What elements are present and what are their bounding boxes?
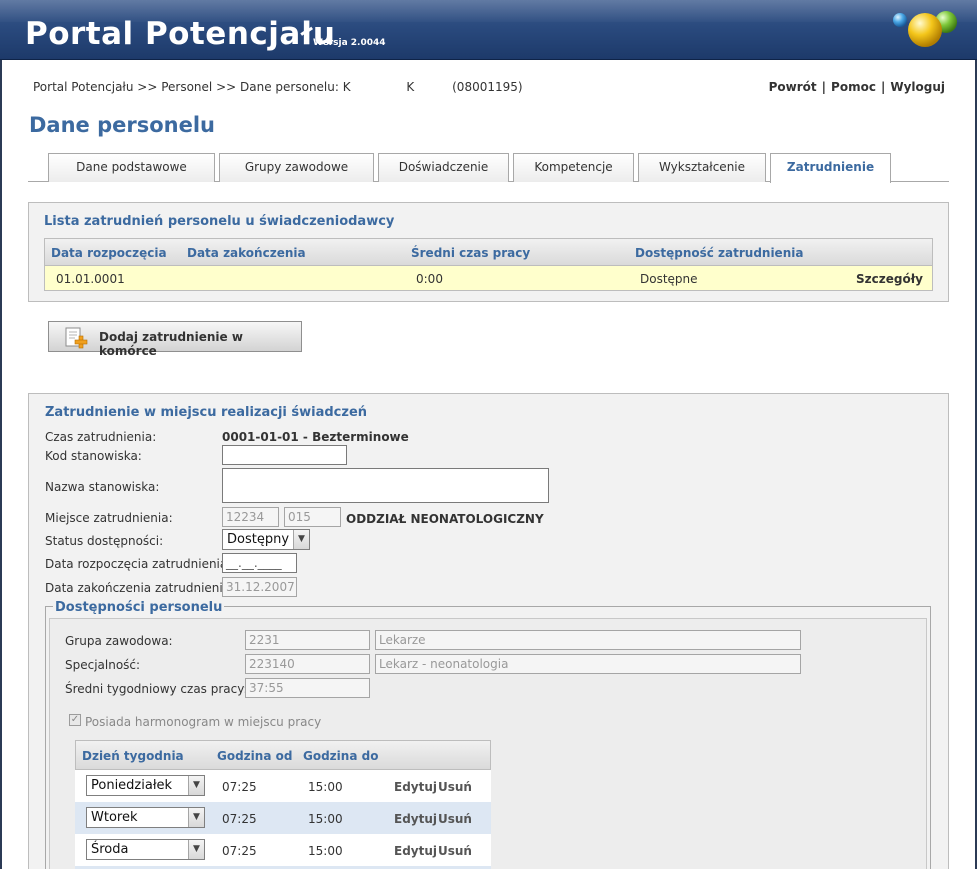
specialty-code-input[interactable]: 223140 bbox=[245, 654, 370, 674]
position-code-input[interactable] bbox=[222, 445, 347, 465]
app-header: Portal Potencjału Wersja 2.0044 bbox=[0, 0, 977, 60]
specialty-label: Specjalność: bbox=[65, 658, 141, 672]
day-select[interactable]: Środa ▼ bbox=[86, 839, 205, 860]
add-employment-button[interactable]: Dodaj zatrudnienie w komórce bbox=[48, 321, 302, 358]
workplace-title: Zatrudnienie w miejscu realizacji świadc… bbox=[45, 405, 368, 420]
cell-from: 07:25 bbox=[222, 812, 257, 826]
add-document-icon bbox=[65, 327, 88, 349]
end-date-label: Data zakończenia zatrudnienia: bbox=[45, 581, 235, 595]
table-row[interactable]: Wtorek ▼ 07:25 15:00 Edytuj Usuń bbox=[75, 802, 491, 834]
day-select[interactable]: Poniedziałek ▼ bbox=[86, 775, 205, 796]
column-header-to[interactable]: Godzina do bbox=[303, 749, 378, 763]
logo-bubbles-icon bbox=[893, 11, 957, 47]
availability-legend: Dostępności personelu bbox=[53, 600, 225, 615]
delete-link[interactable]: Usuń bbox=[438, 844, 472, 858]
day-select-value: Środa bbox=[91, 842, 129, 857]
tab-grupy-zawodowe[interactable]: Grupy zawodowe bbox=[219, 153, 374, 182]
tab-zatrudnienie[interactable]: Zatrudnienie bbox=[770, 153, 891, 183]
day-select[interactable]: Wtorek ▼ bbox=[86, 807, 205, 828]
day-select-value: Poniedziałek bbox=[91, 778, 173, 793]
column-header-availability[interactable]: Dostępność zatrudnienia bbox=[635, 246, 803, 260]
app-title: Portal Potencjału bbox=[25, 16, 336, 52]
column-header-day[interactable]: Dzień tygodnia bbox=[82, 749, 184, 763]
tab-doswiadczenie[interactable]: Doświadczenie bbox=[378, 153, 509, 182]
link-separator: | bbox=[821, 80, 827, 94]
cell-to: 15:00 bbox=[308, 812, 343, 826]
cell-avg-time: 0:00 bbox=[416, 272, 443, 286]
edit-link[interactable]: Edytuj bbox=[394, 844, 437, 858]
column-header-avg-time[interactable]: Średni czas pracy bbox=[411, 246, 530, 260]
status-label: Status dostępności: bbox=[45, 534, 164, 548]
delete-link[interactable]: Usuń bbox=[438, 812, 472, 826]
chevron-down-icon: ▼ bbox=[188, 808, 204, 827]
cell-start: 01.01.0001 bbox=[56, 272, 125, 286]
cell-availability: Dostępne bbox=[640, 272, 698, 286]
workplace-subcode-input[interactable]: 015 bbox=[284, 507, 341, 527]
period-label: Czas zatrudnienia: bbox=[45, 430, 157, 444]
back-link[interactable]: Powrót bbox=[769, 80, 817, 94]
table-row[interactable]: 01.01.0001 0:00 Dostępne Szczegóły bbox=[44, 266, 933, 291]
has-schedule-label: Posiada harmonogram w miejscu pracy bbox=[85, 715, 322, 729]
cell-to: 15:00 bbox=[308, 844, 343, 858]
tab-wyksztalcenie[interactable]: Wykształcenie bbox=[638, 153, 766, 182]
page-title: Dane personelu bbox=[29, 113, 216, 137]
status-select-value: Dostępny bbox=[227, 532, 290, 547]
column-header-end[interactable]: Data zakończenia bbox=[187, 246, 306, 260]
workplace-panel: Zatrudnienie w miejscu realizacji świadc… bbox=[28, 393, 949, 869]
breadcrumb-item-personel[interactable]: Personel bbox=[161, 80, 212, 94]
app-version: Wersja 2.0044 bbox=[313, 38, 386, 48]
cell-to: 15:00 bbox=[308, 780, 343, 794]
top-links: Powrót | Pomoc | Wyloguj bbox=[769, 80, 945, 94]
employment-list-panel: Lista zatrudnień personelu u świadczenio… bbox=[28, 202, 949, 302]
group-code-input[interactable]: 2231 bbox=[245, 630, 370, 650]
delete-link[interactable]: Usuń bbox=[438, 780, 472, 794]
column-header-start[interactable]: Data rozpoczęcia bbox=[51, 246, 167, 260]
column-header-from[interactable]: Godzina od bbox=[217, 749, 292, 763]
period-value: 0001-01-01 - Bezterminowe bbox=[222, 430, 409, 444]
schedule-header: Dzień tygodnia Godzina od Godzina do bbox=[75, 740, 491, 770]
start-date-input[interactable]: __.__.____ bbox=[222, 553, 297, 573]
avg-week-input[interactable]: 37:55 bbox=[245, 678, 370, 698]
breadcrumb-id: (08001195) bbox=[452, 80, 523, 94]
position-name-input[interactable] bbox=[222, 468, 549, 503]
workplace-code-input[interactable]: 12234 bbox=[222, 507, 279, 527]
tab-kompetencje[interactable]: Kompetencje bbox=[513, 153, 634, 182]
add-employment-label: Dodaj zatrudnienie w komórce bbox=[99, 330, 243, 358]
breadcrumb: Portal Potencjału >> Personel >> Dane pe… bbox=[33, 80, 523, 94]
employment-grid-header: Data rozpoczęcia Data zakończenia Średni… bbox=[44, 238, 933, 266]
end-date-input[interactable]: 31.12.2007 bbox=[222, 577, 297, 597]
has-schedule-checkbox[interactable]: ✓ bbox=[69, 714, 81, 726]
group-label: Grupa zawodowa: bbox=[65, 634, 173, 648]
position-name-label: Nazwa stanowiska: bbox=[45, 480, 160, 494]
employment-list-title: Lista zatrudnień personelu u świadczenio… bbox=[44, 214, 395, 229]
group-name-input[interactable]: Lekarze bbox=[375, 630, 801, 650]
table-row[interactable]: Środa ▼ 07:25 15:00 Edytuj Usuń bbox=[75, 834, 491, 866]
chevron-down-icon: ▼ bbox=[188, 840, 204, 859]
chevron-down-icon: ▼ bbox=[293, 530, 309, 549]
details-link[interactable]: Szczegóły bbox=[856, 272, 923, 286]
cell-from: 07:25 bbox=[222, 844, 257, 858]
chevron-down-icon: ▼ bbox=[188, 776, 204, 795]
breadcrumb-surname: K bbox=[406, 80, 415, 94]
breadcrumb-separator: >> bbox=[137, 80, 158, 94]
edit-link[interactable]: Edytuj bbox=[394, 780, 437, 794]
workplace-name: ODDZIAŁ NEONATOLOGICZNY bbox=[346, 512, 544, 526]
table-row[interactable]: Poniedziałek ▼ 07:25 15:00 Edytuj Usuń bbox=[75, 770, 491, 802]
start-date-label: Data rozpoczęcia zatrudnienia: bbox=[45, 557, 232, 571]
logout-link[interactable]: Wyloguj bbox=[890, 80, 945, 94]
specialty-name-input[interactable]: Lekarz - neonatologia bbox=[375, 654, 801, 674]
workplace-label: Miejsce zatrudnienia: bbox=[45, 511, 173, 525]
breadcrumb-item-portal[interactable]: Portal Potencjału bbox=[33, 80, 133, 94]
help-link[interactable]: Pomoc bbox=[831, 80, 876, 94]
position-code-label: Kod stanowiska: bbox=[45, 449, 142, 463]
link-separator: | bbox=[880, 80, 886, 94]
breadcrumb-item-current: Dane personelu: K bbox=[240, 80, 351, 94]
avg-week-label: Średni tygodniowy czas pracy: bbox=[65, 682, 248, 696]
tab-dane-podstawowe[interactable]: Dane podstawowe bbox=[48, 153, 215, 182]
day-select-value: Wtorek bbox=[91, 810, 138, 825]
breadcrumb-separator: >> bbox=[216, 80, 237, 94]
edit-link[interactable]: Edytuj bbox=[394, 812, 437, 826]
status-select[interactable]: Dostępny ▼ bbox=[222, 529, 310, 550]
cell-from: 07:25 bbox=[222, 780, 257, 794]
